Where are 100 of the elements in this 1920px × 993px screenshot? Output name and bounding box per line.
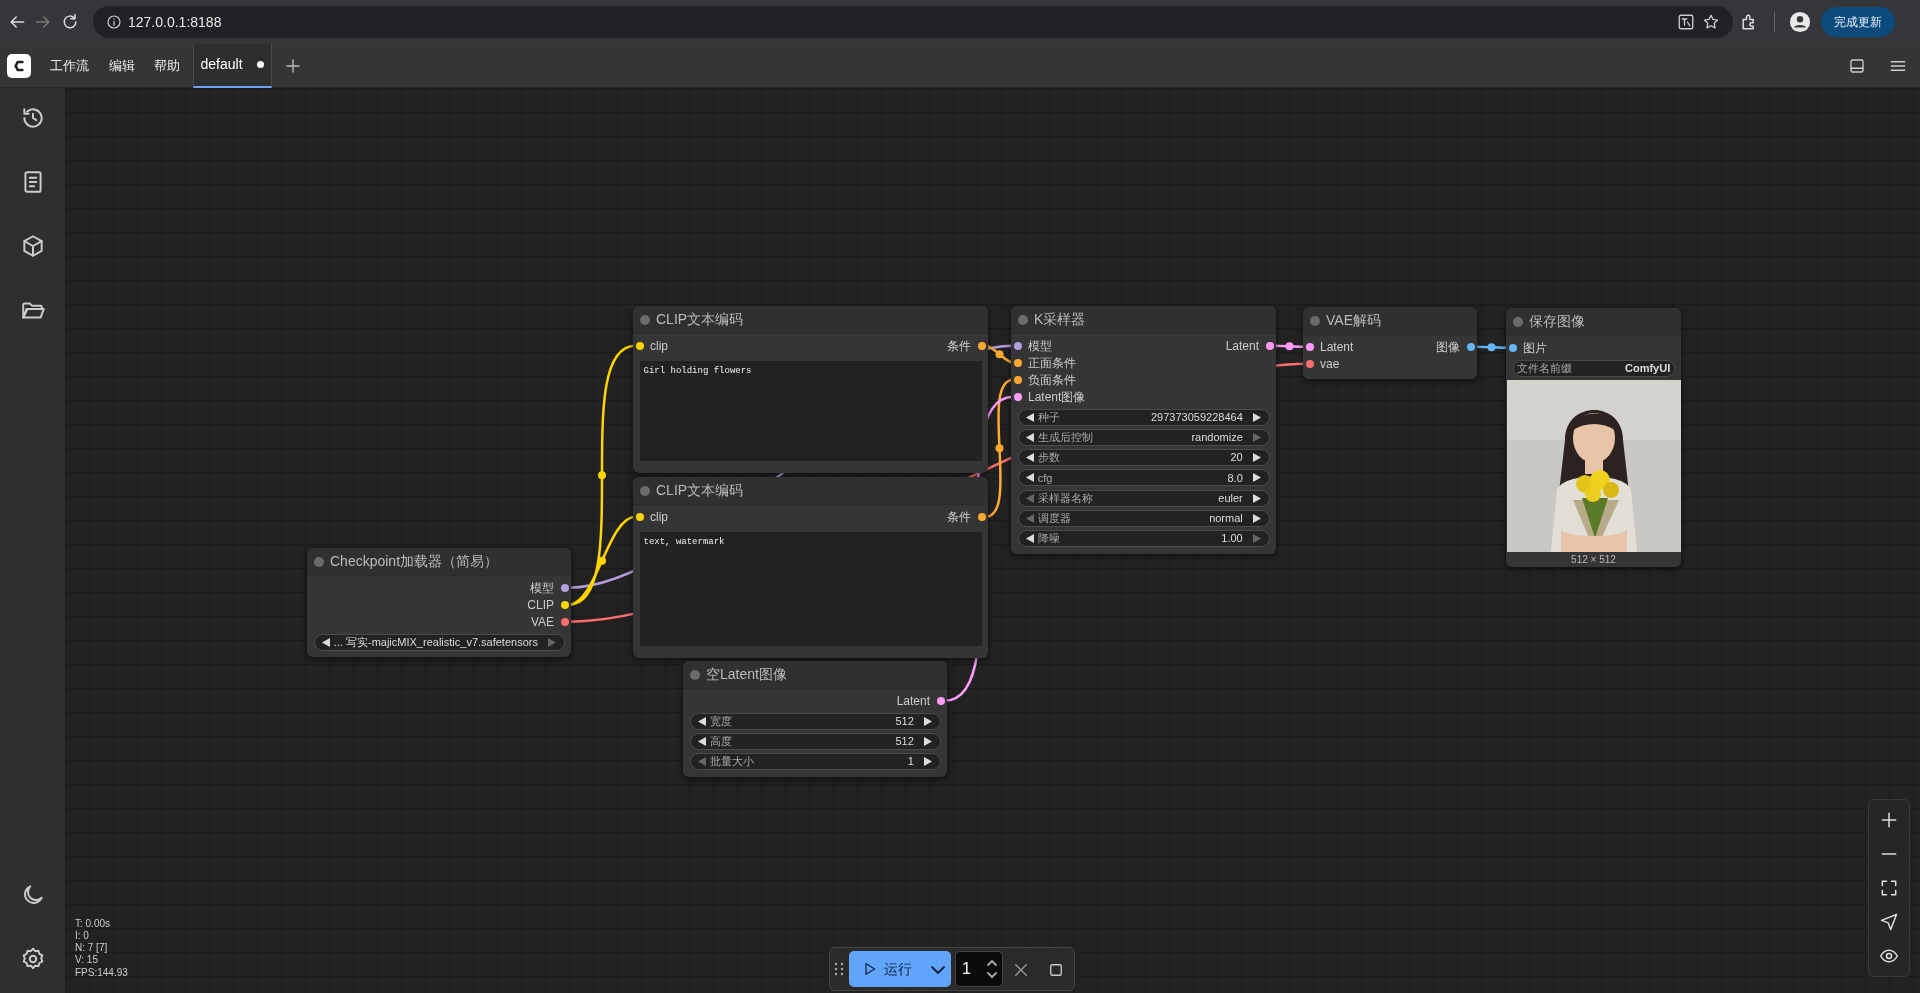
collapse-dot-icon[interactable] [639,485,650,496]
menu-item[interactable]: 编辑 [102,54,141,77]
widget-value: 1 [907,754,914,770]
graph-node[interactable]: 保存图像 图片 文件名前缀 ComfyUI 512 × 512 [1506,308,1681,568]
menu-item[interactable]: 帮助 [147,54,187,77]
output-dot[interactable] [560,617,569,626]
graph-node[interactable]: CLIP文本编码 clip 条件 text, watermark [633,477,988,658]
stepper-widget[interactable]: 降噪 1.00 [1017,530,1270,547]
input-dot[interactable] [1013,392,1022,401]
collapse-dot-icon[interactable] [1017,314,1028,325]
widget-label: 步数 [1037,450,1060,466]
add-tab-icon[interactable] [283,56,302,75]
stepper-widget[interactable]: ... 写实-majicMIX_realistic_v7.safetensors [313,633,565,651]
chevron-down-icon [930,965,945,974]
input-dot[interactable] [1508,343,1517,352]
translate-icon[interactable] [1677,13,1695,31]
stepper-widget[interactable]: 高度 512 [689,732,941,750]
update-button[interactable]: 完成更新 [1820,7,1895,37]
widget-label: 文件名前缀 [1516,360,1572,376]
text-widget[interactable]: 文件名前缀 ComfyUI [1512,359,1675,377]
run-button[interactable]: 运行 [848,951,925,987]
stepper-widget[interactable]: 采样器名称 euler [1017,489,1270,507]
widget-value: 512 [895,713,914,729]
graph-node[interactable]: K采样器 模型 Latent 正面条件 负面条件 Latent图像 种子 297373059228464 生成后控制 randomize 步数 20 cfg 8.0 采样器名称 euler 调度器 normal 降噪 1.00 [1011,306,1276,554]
image-size-caption: 512 × 512 [1570,552,1617,567]
stepper-widget[interactable]: cfg 8.0 [1017,469,1270,487]
input-dot[interactable] [1013,375,1022,384]
navigate-icon[interactable] [1879,911,1899,932]
url-text: 127.0.0.1:8188 [128,12,222,32]
output-dot[interactable] [560,600,569,609]
node-title: Checkpoint加载器（简易） [330,552,499,571]
link-wire [1273,342,1306,351]
stepper-widget[interactable]: 种子 297373059228464 [1017,408,1270,426]
prompt-field[interactable]: Girl holding flowers [639,360,982,461]
slot-label: clip [650,508,668,526]
stats-line: FPS:144.93 [75,966,128,979]
widget-label: 采样器名称 [1037,490,1093,506]
slot-label: Latent [1320,338,1354,356]
collapse-dot-icon[interactable] [1512,316,1523,327]
input-dot[interactable] [1013,341,1022,350]
graph-node[interactable]: 空Latent图像 Latent 宽度 512 高度 512 批量大小 1 [683,661,947,777]
output-dot[interactable] [977,341,986,350]
widget-value: ComfyUI [1625,360,1671,376]
stepper-widget[interactable]: 生成后控制 randomize [1017,428,1270,446]
address-bar[interactable]: 127.0.0.1:8188 [92,6,1733,38]
widget-label: 高度 [709,734,732,749]
graph-node[interactable]: VAE解码 Latent 图像 vae [1303,307,1477,379]
collapse-dot-icon[interactable] [639,314,650,325]
slot-label: 模型 [1028,337,1052,355]
widget-label: 批量大小 [709,754,754,770]
stats-line: I: 0 [75,929,90,943]
widget-value: euler [1218,490,1243,506]
output-dot[interactable] [560,583,569,592]
slot-label: 负面条件 [1028,371,1076,389]
info-icon[interactable] [105,14,122,30]
output-dot[interactable] [1466,342,1475,351]
slot-label: 图片 [1523,339,1547,357]
widget-value: 1.00 [1221,531,1243,547]
collapse-dot-icon[interactable] [313,556,324,567]
stats-line: T: 0.00s [75,917,112,930]
node-title: 空Latent图像 [706,665,787,684]
stepper-widget[interactable]: 步数 20 [1017,449,1270,466]
slot-label: clip [650,337,668,355]
graph-node[interactable]: CLIP文本编码 clip 条件 Girl holding flowers [633,306,988,473]
output-dot[interactable] [977,512,986,521]
input-dot[interactable] [1305,342,1314,351]
workflow-tab[interactable]: default [193,43,272,88]
slot-label: 正面条件 [1028,354,1076,372]
panel-icon[interactable] [1848,56,1866,75]
widget-label: 生成后控制 [1037,430,1093,445]
widget-label: 种子 [1037,409,1060,425]
node-title: 保存图像 [1529,312,1585,331]
collapse-dot-icon[interactable] [689,669,700,680]
app-logo[interactable] [6,53,31,78]
slot-label: 条件 [947,337,971,355]
slot-label: CLIP [527,596,554,614]
stepper-widget[interactable]: 批量大小 1 [689,753,941,770]
collapse-dot-icon[interactable] [1309,315,1320,326]
star-icon[interactable] [1701,13,1720,31]
drag-handle-icon[interactable] [833,960,846,978]
profile-icon[interactable] [1789,11,1811,33]
stepper-widget[interactable]: 调度器 normal [1017,509,1270,527]
run-options-button[interactable] [924,951,952,987]
widget-label: 降噪 [1037,531,1060,547]
widget-value: 297373059228464 [1151,409,1243,425]
prompt-field[interactable]: text, watermark [639,531,982,646]
input-dot[interactable] [635,512,644,521]
input-dot[interactable] [635,341,644,350]
input-dot[interactable] [1305,359,1314,368]
output-dot[interactable] [1265,341,1274,350]
menu-item[interactable]: 工作流 [43,54,96,77]
widget-label: 调度器 [1037,511,1071,526]
output-dot[interactable] [936,696,945,705]
spinner-arrows-icon[interactable] [985,958,998,980]
input-dot[interactable] [1013,358,1022,367]
node-title: CLIP文本编码 [656,481,744,500]
batch-count-field[interactable]: 1 [954,951,1003,987]
stepper-widget[interactable]: 宽度 512 [689,712,941,730]
node-title: VAE解码 [1326,311,1381,330]
graph-node[interactable]: Checkpoint加载器（简易） 模型 CLIP VAE ... 写实-majicMIX_realistic_v7.safetensors [307,548,571,657]
